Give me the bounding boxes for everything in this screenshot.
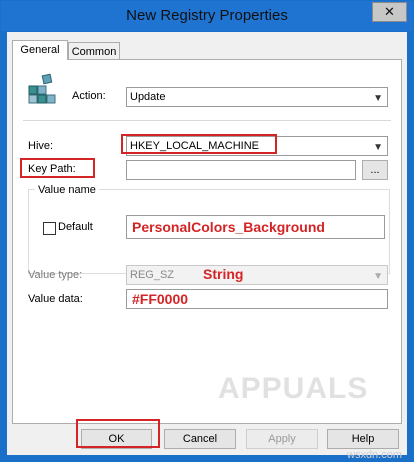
value-name-input[interactable]: PersonalColors_Background <box>126 215 385 239</box>
chevron-down-icon: ▼ <box>373 271 383 282</box>
value-name-group-title: Value name <box>35 184 99 196</box>
close-button[interactable]: ✕ <box>372 2 407 22</box>
value-type-value: REG_SZ <box>130 269 175 281</box>
title-bar[interactable]: New Registry Properties ✕ <box>1 1 413 31</box>
action-value: Update <box>130 91 166 103</box>
default-checkbox[interactable] <box>43 222 56 235</box>
value-data-label: Value data: <box>28 293 83 305</box>
key-path-input[interactable] <box>126 160 356 180</box>
watermark-brand: APPUALS <box>218 372 369 405</box>
window-title: New Registry Properties <box>126 7 288 24</box>
value-name-text: PersonalColors_Background <box>132 219 325 235</box>
value-type-annotation: String <box>203 266 244 282</box>
registry-cubes-icon <box>28 73 56 104</box>
tab-general[interactable]: General <box>12 40 68 60</box>
value-type-select[interactable]: REG_SZ ▼ String <box>126 265 388 285</box>
cancel-button[interactable]: Cancel <box>164 429 236 449</box>
ok-highlight <box>76 419 160 448</box>
dialog-window: New Registry Properties ✕ General Common… <box>0 0 414 462</box>
value-data-text: #FF0000 <box>132 291 189 307</box>
tab-common[interactable]: Common <box>68 42 120 60</box>
value-data-input[interactable]: #FF0000 <box>126 289 388 309</box>
browse-button[interactable]: ... <box>362 160 388 180</box>
action-label: Action: <box>72 90 106 102</box>
chevron-down-icon: ▼ <box>373 142 383 153</box>
hive-label: Hive: <box>28 140 54 152</box>
default-label: Default <box>58 221 93 233</box>
hive-highlight <box>121 134 277 154</box>
apply-button[interactable]: Apply <box>246 429 318 449</box>
chevron-down-icon: ▼ <box>373 93 383 104</box>
separator <box>23 120 391 121</box>
watermark-site: wsxdn.com <box>347 449 403 461</box>
action-select[interactable]: Update ▼ <box>126 87 388 107</box>
help-button[interactable]: Help <box>327 429 399 449</box>
value-type-label: Value type: <box>28 269 83 281</box>
general-panel: Action: Update ▼ Hive: HKEY_LOCAL_MACHIN… <box>12 59 402 424</box>
dialog-client: General Common Action: Update ▼ Hive: HK… <box>7 32 407 461</box>
key-path-highlight <box>20 158 95 178</box>
